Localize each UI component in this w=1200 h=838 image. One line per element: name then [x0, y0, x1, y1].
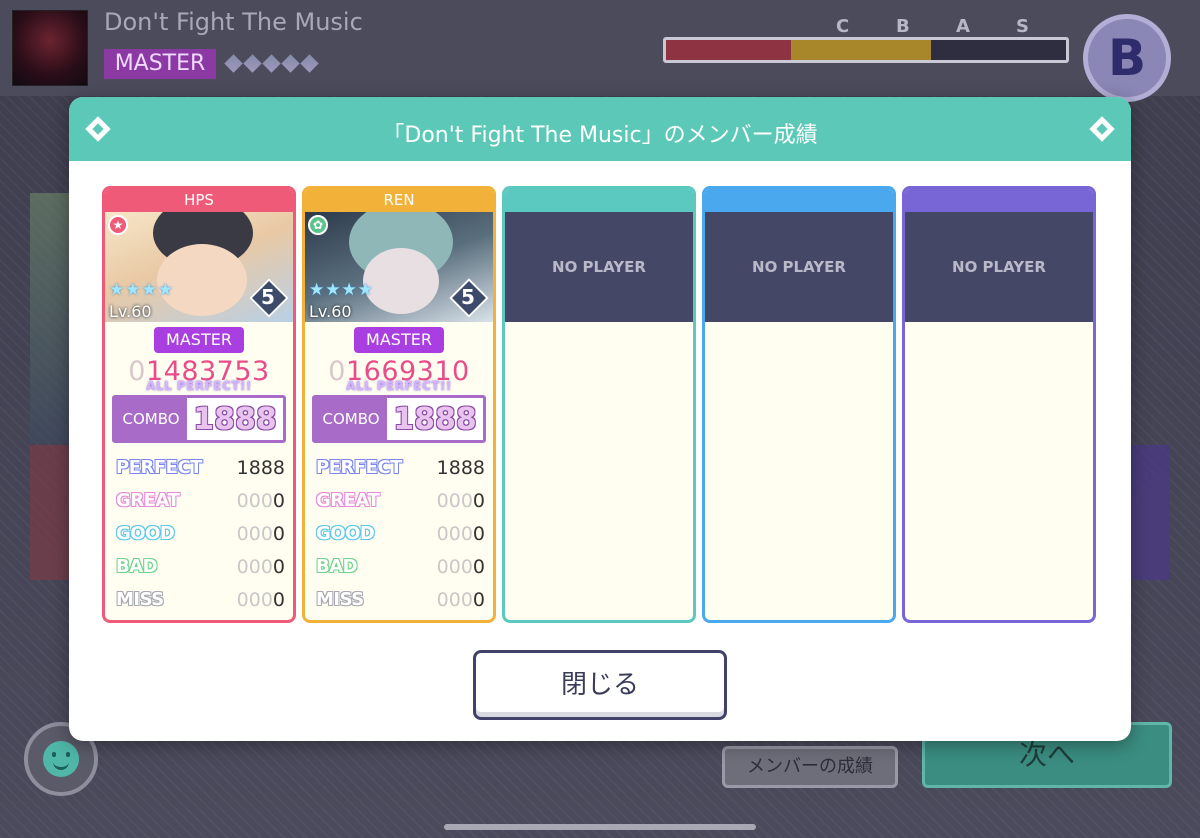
rank-marker-c: C: [836, 16, 850, 37]
character-face: [363, 248, 439, 314]
character-level: Lv.60: [309, 302, 352, 321]
combo-value: 1888: [193, 401, 277, 437]
judgement-row-great: GREAT 0000: [316, 489, 485, 512]
song-jacket-image: [12, 10, 88, 86]
character-level: Lv.60: [109, 302, 152, 321]
player-card-hps: HPS ★ ★ ★ ★ ★ Lv.60 5 MASTER 01483753 ALL P…: [102, 186, 296, 623]
background-panel: [1130, 445, 1170, 580]
rank-marker-a: A: [956, 16, 970, 37]
player-card-ren: REN ✿ ★ ★ ★ ★ Lv.60 5 MASTER 01669310 ALL P…: [302, 186, 496, 623]
master-rank-value: 5: [461, 285, 475, 309]
slot-header: [905, 189, 1093, 212]
rank-marker-b: B: [896, 16, 910, 37]
smiley-face-icon: [43, 741, 79, 777]
empty-player-slot: NO PLAYER: [702, 186, 896, 623]
character-portrait: ✿ ★ ★ ★ ★ Lv.60 5: [305, 212, 493, 322]
judgement-row-miss: MISS 0000: [316, 588, 485, 611]
rank-emblem: B: [1083, 14, 1171, 102]
rarity-stars: ★ ★ ★ ★: [109, 280, 173, 300]
no-player-label: NO PLAYER: [705, 212, 893, 322]
empty-player-slot: NO PLAYER: [502, 186, 696, 623]
player-name: HPS: [105, 189, 293, 212]
character-portrait: ★ ★ ★ ★ ★ Lv.60 5: [105, 212, 293, 322]
pure-attribute-icon: ✿: [308, 215, 328, 235]
home-indicator[interactable]: [444, 824, 756, 830]
no-player-label: NO PLAYER: [905, 212, 1093, 322]
rank-marker-s: S: [1016, 16, 1029, 37]
diamond-icon: [224, 54, 243, 73]
score-rank-gauge: [663, 37, 1069, 63]
combo-value: 1888: [393, 401, 477, 437]
gauge-segment-gold: [791, 40, 931, 60]
combo-label: COMBO: [115, 398, 187, 440]
judgement-list: PERFECT 1888 GREAT 0000 GOOD 0000 BAD 00…: [105, 451, 293, 616]
judgement-row-good: GOOD 0000: [316, 522, 485, 545]
player-name: REN: [305, 189, 493, 212]
judgement-row-perfect: PERFECT 1888: [316, 456, 485, 479]
judgement-row-bad: BAD 0000: [316, 555, 485, 578]
slot-header: [705, 189, 893, 212]
judgement-row-miss: MISS 0000: [116, 588, 285, 611]
judgement-row-bad: BAD 0000: [116, 555, 285, 578]
cute-attribute-icon: ★: [108, 215, 128, 235]
song-title: Don't Fight The Music: [104, 8, 363, 36]
diamond-icon: [281, 54, 300, 73]
master-rank-value: 5: [261, 285, 275, 309]
combo-label: COMBO: [315, 398, 387, 440]
dialog-title: 「Don't Fight The Music」のメンバー成績: [382, 123, 818, 148]
judgement-list: PERFECT 1888 GREAT 0000 GOOD 0000 BAD 00…: [305, 451, 493, 616]
difficulty-badge: MASTER: [104, 49, 216, 79]
slot-header: [505, 189, 693, 212]
close-button[interactable]: 閉じる: [473, 650, 727, 720]
member-results-dialog: 「Don't Fight The Music」のメンバー成績 HPS ★ ★ ★ ★…: [69, 97, 1131, 741]
combo-display: COMBO 1888: [312, 395, 486, 443]
judgement-row-good: GOOD 0000: [116, 522, 285, 545]
diamond-icon: [243, 54, 262, 73]
diamond-icon: [262, 54, 281, 73]
no-player-label: NO PLAYER: [505, 212, 693, 322]
empty-player-slot: NO PLAYER: [902, 186, 1096, 623]
difficulty-label: MASTER: [154, 327, 244, 353]
difficulty-label: MASTER: [354, 327, 444, 353]
rarity-stars: ★ ★ ★ ★: [309, 280, 373, 300]
diamond-icon: [300, 54, 319, 73]
difficulty-diamonds: [224, 54, 319, 73]
dialog-header: 「Don't Fight The Music」のメンバー成績: [69, 97, 1131, 161]
judgement-row-great: GREAT 0000: [116, 489, 285, 512]
gauge-segment-red: [666, 40, 791, 60]
member-results-button[interactable]: メンバーの成績: [722, 746, 898, 788]
combo-display: COMBO 1888: [112, 395, 286, 443]
judgement-row-perfect: PERFECT 1888: [116, 456, 285, 479]
